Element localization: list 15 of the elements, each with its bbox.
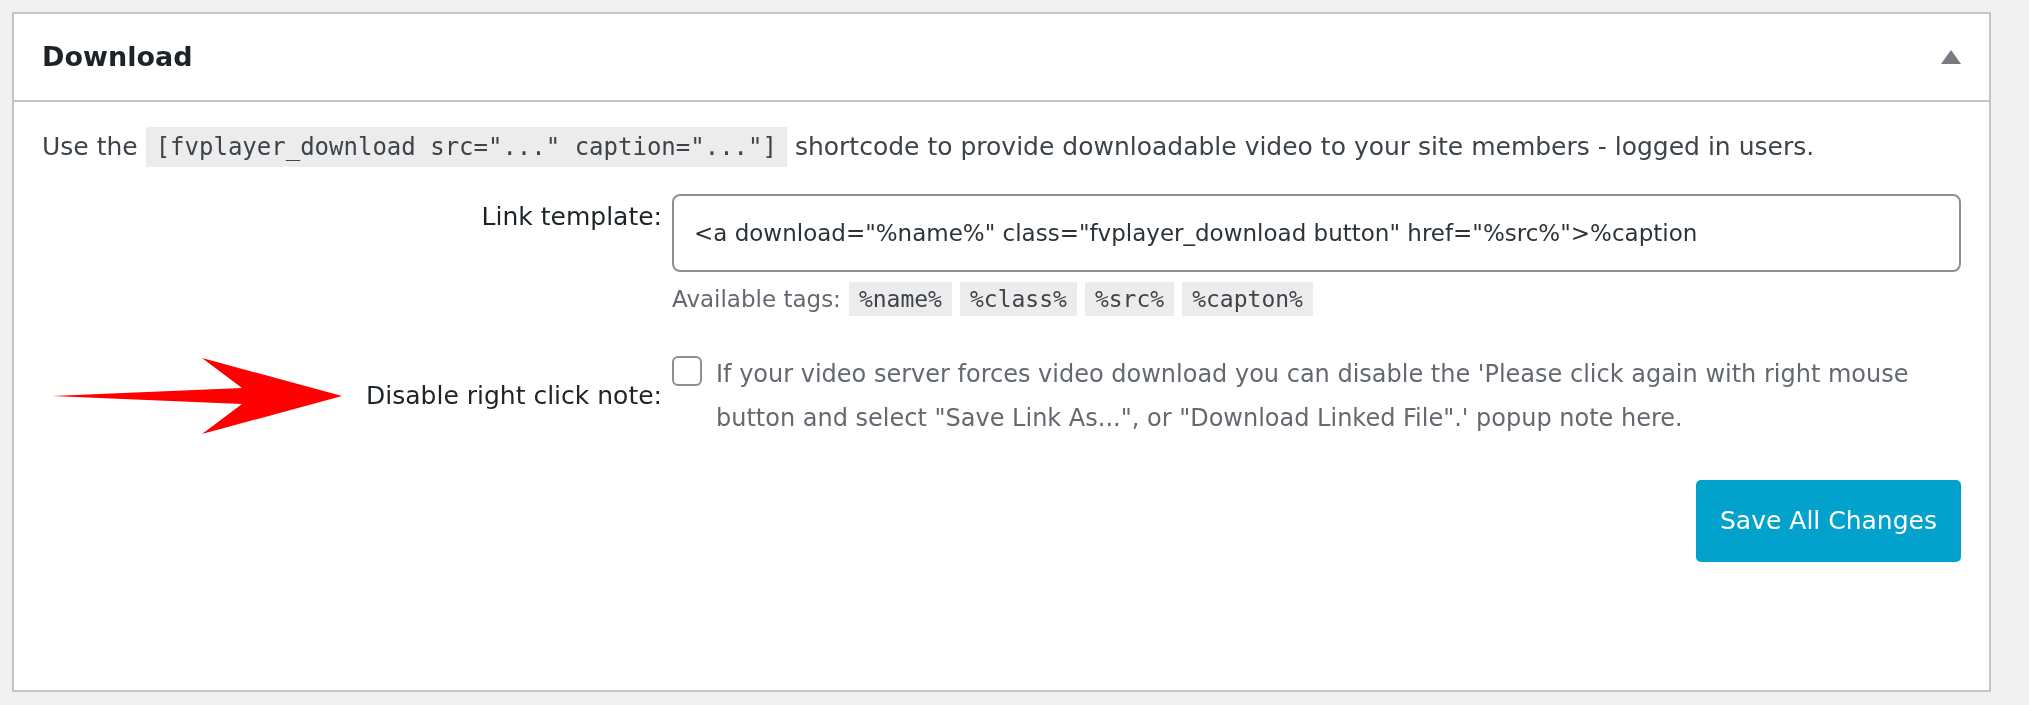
field-label: Disable right click note:	[366, 380, 662, 412]
shortcode-snippet: [fvplayer_download src="..." caption="..."]	[145, 127, 787, 167]
intro-text: Use the	[42, 132, 138, 161]
panel-title: Download	[42, 40, 193, 74]
checkbox[interactable]	[672, 356, 702, 386]
collapse-arrow-icon[interactable]	[1941, 50, 1961, 64]
field-label: Link template:	[481, 201, 662, 233]
tag-chip: %src%	[1084, 282, 1175, 316]
tag-chip: %class%	[959, 282, 1077, 316]
tag-chip: %name%	[848, 282, 952, 316]
checkbox-description: If your video server forces video download you can disable the 'Please click again with right mouse button and select "Save Link As...", or "Download Linked File".' popup note here.	[716, 359, 1910, 434]
tag-chip: %capton%	[1182, 282, 1313, 316]
link-template-field[interactable]: <a download="%name%" class="fvplayer_download button" href="%src%">%caption	[672, 194, 1961, 272]
intro-text: shortcode to provide downloadable video to your site members - logged in users.	[794, 132, 1815, 161]
hint-text: Available tags:	[672, 286, 841, 312]
